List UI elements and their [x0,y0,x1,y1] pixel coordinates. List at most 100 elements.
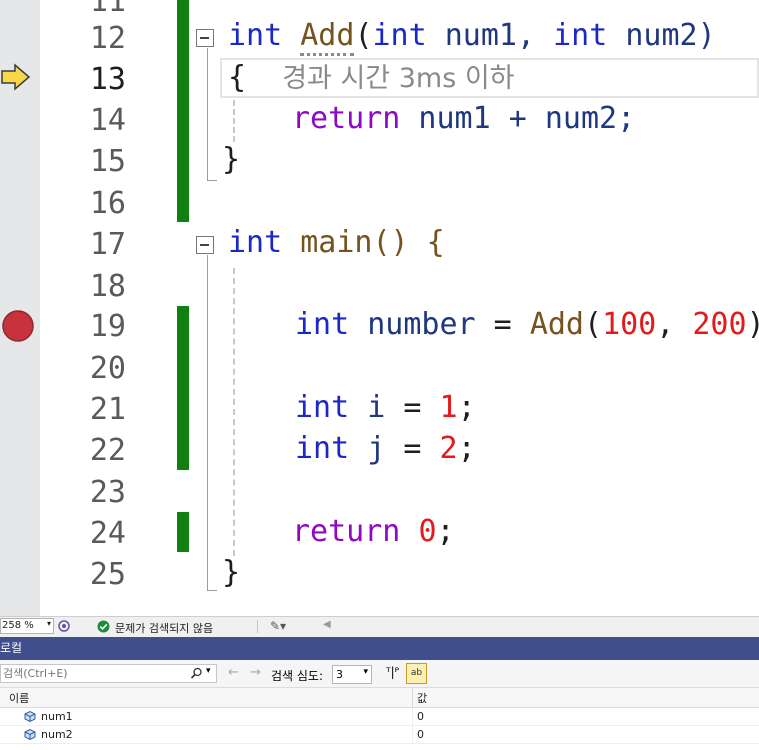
variable: j [349,431,386,466]
code-editor[interactable]: 11 12 13 14 15 16 17 18 19 20 21 22 23 2… [0,0,759,616]
code-line-24[interactable]: return 0; [292,512,455,552]
outline-guide-end [207,180,217,181]
zoom-value: 258 % [2,620,34,631]
parameter: num1, [426,18,554,53]
locals-toolbar: ▾ ← → 검색 심도: 3 ▾ ᵀ|ᴾ ab [0,660,759,688]
code-line-21[interactable]: int i = 1; [295,388,476,428]
code-line-25[interactable]: } [222,553,240,593]
pin-icon[interactable]: ᵀ|ᴾ [386,665,399,679]
table-row[interactable]: num2 0 [0,726,759,744]
operator: = [475,307,530,342]
close-brace: } [222,142,241,177]
number-literal: 100 [602,307,657,342]
code-line-15[interactable]: } [222,140,240,180]
code-line-17[interactable]: int main() { [228,223,445,263]
function-name: main() { [282,225,445,260]
hex-display-toggle-icon[interactable]: ab [406,663,427,684]
line-number: 25 [89,557,126,592]
locals-table: 이름 값 num1 0 num2 0 [0,688,759,750]
line-number: 14 [89,103,126,138]
code-cleanup-icon[interactable]: ✎▾ [270,619,286,633]
outline-guide [207,255,208,590]
column-separator [412,708,413,725]
separator [257,620,258,633]
code-line-14[interactable]: return num1 + num2; [292,99,635,139]
line-number: 16 [89,186,126,221]
line-number: 20 [89,351,126,386]
punctuation: ; [436,514,455,549]
number-literal: 0 [418,514,437,549]
locals-table-header: 이름 값 [0,688,759,708]
back-arrow-icon[interactable]: ← [228,665,239,680]
keyword: return [292,101,401,136]
local-variable-icon [24,728,36,741]
line-number-current: 13 [89,62,126,97]
keyword: return [292,514,401,549]
line-number: 22 [89,433,126,468]
chevron-down-icon: ▾ [363,667,368,677]
forward-arrow-icon[interactable]: → [250,665,261,680]
code-line-12[interactable]: int Add(int num1, int num2) [228,16,716,56]
punctuation: ); [747,307,759,342]
line-number: 19 [89,309,126,344]
punctuation: , [656,307,693,342]
zoom-dropdown[interactable]: 258 % ▾ [0,618,54,634]
perf-tip[interactable]: 경과 시간 3ms 이하 [282,63,514,94]
code-line-22[interactable]: int j = 2; [295,429,476,469]
expression: num1 + num2; [400,101,636,136]
variable-value[interactable]: 0 [417,728,424,741]
local-variable-icon [24,710,36,723]
variable-name: num1 [41,710,73,723]
variable-name: num2 [41,728,73,741]
keyword: int [372,18,427,53]
keyword: int [295,431,350,466]
collapse-toggle-icon[interactable] [196,29,214,47]
chevron-down-icon[interactable]: ▾ [206,666,211,676]
column-header-name[interactable]: 이름 [9,690,29,706]
open-brace: { [228,60,247,95]
table-row[interactable]: num1 0 [0,708,759,726]
punctuation: ( [354,18,373,53]
change-indicator [177,306,189,470]
breakpoint-margin[interactable] [0,0,40,616]
outline-guide [207,48,208,180]
collapse-toggle-icon[interactable] [196,236,214,254]
outline-guide-end [207,590,217,591]
variable: i [349,390,386,425]
breakpoint-icon[interactable] [1,309,35,343]
change-indicator [177,512,189,552]
operator: = [385,431,440,466]
keyword: int [295,390,350,425]
function-name: Add [529,307,584,342]
change-indicator [177,0,189,222]
parameter: num2) [607,18,716,53]
code-health-icon[interactable] [57,619,71,633]
indent-guide [233,100,235,142]
line-number: 12 [89,21,126,56]
search-depth-value: 3 [336,668,343,681]
search-input[interactable] [1,665,185,682]
chevron-down-icon: ▾ [46,619,51,628]
check-circle-icon [97,620,110,633]
keyword: int [295,307,350,342]
variable-value[interactable]: 0 [417,710,424,723]
current-statement-arrow-icon [1,63,31,91]
column-separator [412,726,413,743]
keyword: int [228,225,283,260]
line-number: 24 [89,516,126,551]
code-line-13[interactable]: { 경과 시간 3ms 이하 [228,58,515,98]
search-depth-select[interactable]: 3 ▾ [332,665,372,684]
column-separator[interactable] [412,688,413,707]
search-box[interactable]: ▾ [0,664,217,683]
punctuation: ; [457,390,476,425]
issues-status[interactable]: 문제가 검색되지 않음 [115,620,213,636]
locals-title-text: 로컬 [0,641,23,655]
scroll-left-icon[interactable]: ◀ [323,619,331,630]
search-icon[interactable] [190,667,203,680]
code-line-19[interactable]: int number = Add(100, 200); [295,305,759,345]
number-literal: 2 [439,431,458,466]
search-depth-label: 검색 심도: [271,669,324,683]
line-number: 23 [89,475,126,510]
column-header-value[interactable]: 값 [417,690,427,706]
